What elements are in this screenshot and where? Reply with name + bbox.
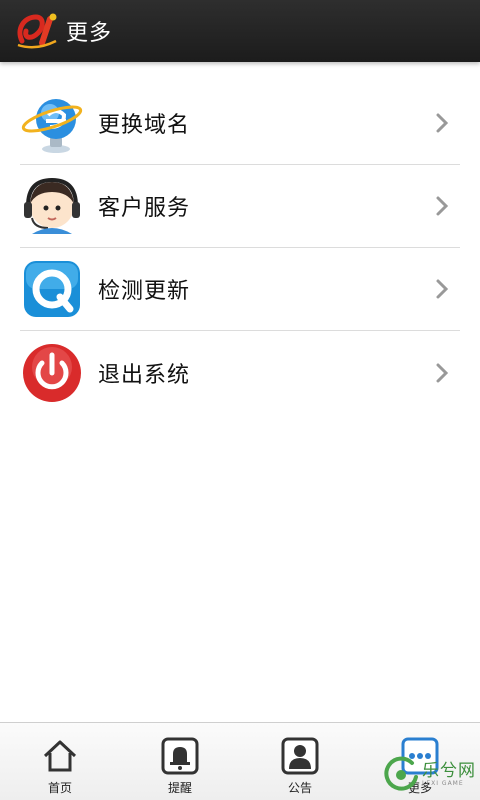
app-logo [17, 13, 57, 49]
home-icon [43, 740, 77, 772]
ie-globe-icon [21, 99, 83, 153]
person-icon [281, 737, 319, 775]
menu-item-customer-service[interactable]: 客户服务 [20, 165, 460, 248]
menu-item-label: 检测更新 [98, 279, 191, 304]
tab-label: 公告 [287, 781, 312, 795]
menu-item-label: 客户服务 [98, 196, 191, 221]
chevron-right-icon [436, 279, 449, 299]
chevron-right-icon [436, 363, 449, 382]
tab-home[interactable]: 首页 [0, 723, 120, 800]
chevron-right-icon [436, 196, 449, 216]
menu-item-check-update[interactable]: 检测更新 [20, 248, 460, 331]
page-title: 更多 [66, 21, 113, 46]
menu-item-change-domain[interactable]: 更换域名 [20, 82, 460, 165]
app-header: 更多 [0, 0, 480, 62]
watermark: 乐兮网 LEXI GAME [382, 752, 478, 796]
chevron-right-icon [436, 113, 449, 133]
menu-item-logout[interactable]: 退出系统 [20, 331, 460, 414]
customer-service-icon [24, 177, 80, 234]
tab-announcements[interactable]: 公告 [240, 723, 360, 800]
power-icon [23, 343, 81, 402]
tab-label: 提醒 [167, 781, 192, 795]
menu-item-label: 退出系统 [98, 362, 191, 388]
update-check-icon [24, 261, 80, 317]
watermark-subtext: LEXI GAME [422, 779, 464, 787]
tab-reminders[interactable]: 提醒 [120, 723, 240, 800]
tab-label: 首页 [47, 781, 72, 795]
menu-item-label: 更换域名 [98, 113, 191, 138]
watermark-logo-icon [384, 756, 418, 791]
watermark-text: 乐兮网 [422, 760, 476, 781]
bell-icon [161, 737, 199, 775]
more-menu: 更换域名 客户服务 检测更新 退出系统 [20, 82, 460, 414]
